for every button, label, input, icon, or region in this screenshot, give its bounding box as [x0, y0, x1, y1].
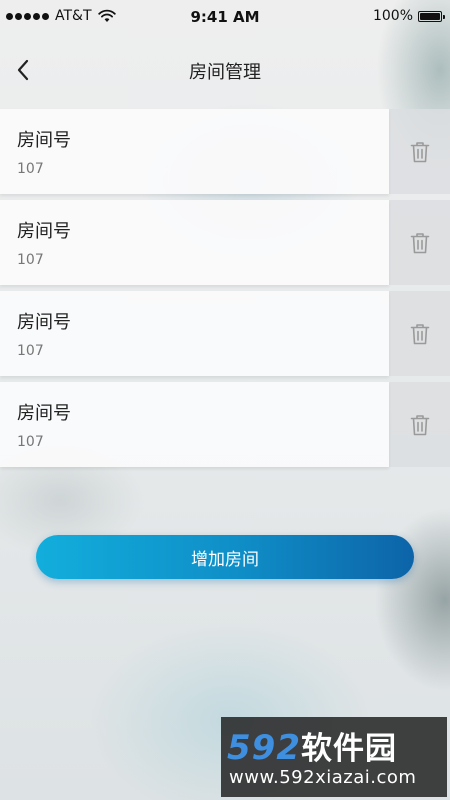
battery-icon: [418, 10, 445, 22]
room-card[interactable]: 房间号 107: [0, 200, 389, 285]
room-card[interactable]: 房间号 107: [0, 291, 389, 376]
room-row: 房间号 107: [0, 200, 450, 285]
watermark: 592软件园 www.592xiazai.com: [221, 717, 447, 797]
delete-room-button[interactable]: [389, 200, 450, 285]
room-label: 房间号: [17, 130, 71, 151]
watermark-logo: 592软件园: [227, 723, 397, 768]
page-title: 房间管理: [189, 62, 261, 83]
navigation-bar: 房间管理: [0, 34, 450, 106]
room-card[interactable]: 房间号 107: [0, 109, 389, 194]
delete-room-button[interactable]: [389, 291, 450, 376]
status-bar: AT&T 9:41 AM 100%: [0, 0, 450, 34]
room-row: 房间号 107: [0, 109, 450, 194]
status-right: 100%: [372, 8, 445, 24]
room-number: 107: [17, 252, 44, 268]
watermark-logo-text: 软件园: [300, 731, 397, 767]
room-row: 房间号 107: [0, 291, 450, 376]
trash-icon: [410, 232, 429, 253]
battery-percentage: 100%: [372, 8, 413, 24]
room-number: 107: [17, 434, 44, 450]
delete-room-button[interactable]: [389, 109, 450, 194]
room-label: 房间号: [17, 312, 71, 333]
trash-icon: [410, 323, 429, 344]
room-number: 107: [17, 161, 44, 177]
room-card[interactable]: 房间号 107: [0, 382, 389, 467]
room-row: 房间号 107: [0, 382, 450, 467]
watermark-url: www.592xiazai.com: [229, 767, 417, 788]
add-room-button[interactable]: 增加房间: [36, 535, 414, 579]
watermark-logo-number: 592: [227, 728, 301, 768]
room-number: 107: [17, 343, 44, 359]
room-label: 房间号: [17, 221, 71, 242]
trash-icon: [410, 141, 429, 162]
trash-icon: [410, 414, 429, 435]
room-label: 房间号: [17, 403, 71, 424]
delete-room-button[interactable]: [389, 382, 450, 467]
